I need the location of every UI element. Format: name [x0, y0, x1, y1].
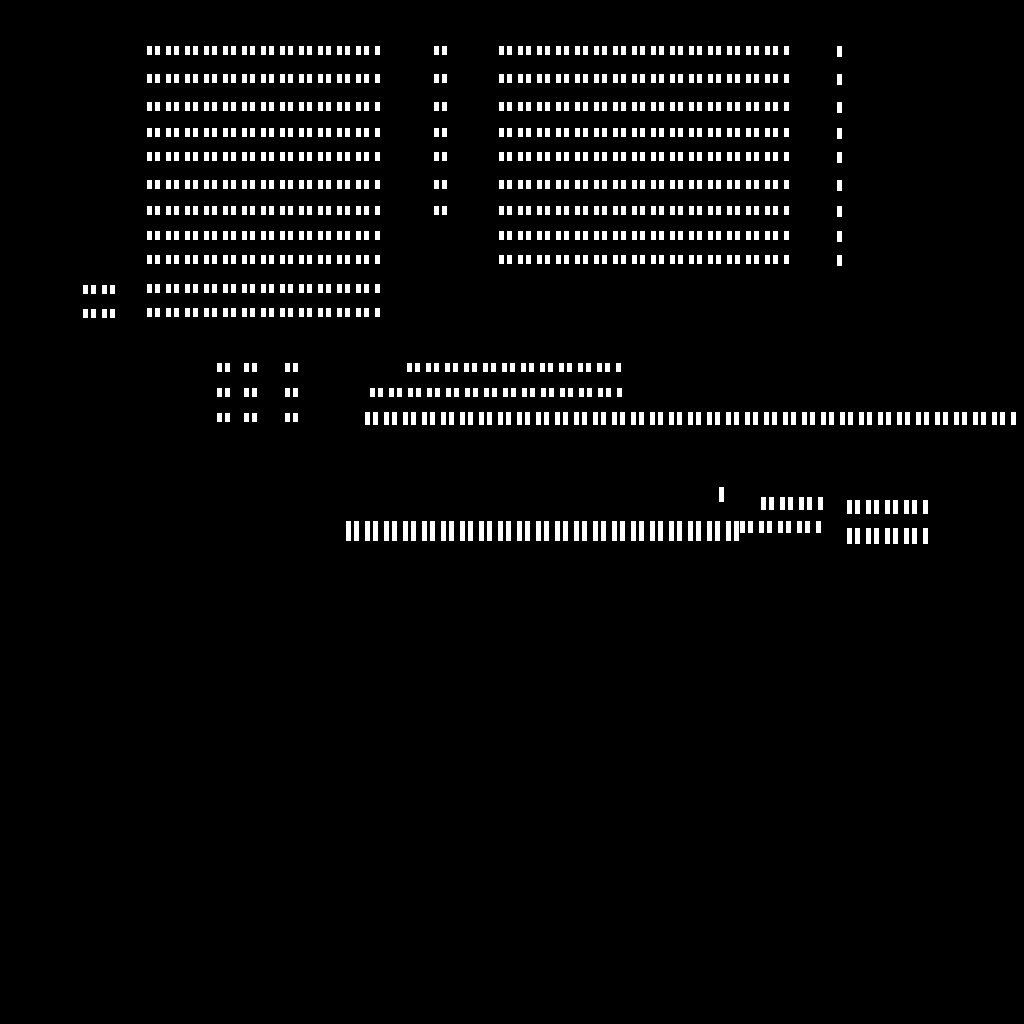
glyph-row-col-b [433, 179, 449, 190]
glyph-mid-cell [284, 412, 300, 423]
glyph-row-col-a [146, 307, 388, 318]
glyph-row-col-d [836, 230, 847, 243]
glyph-row-col-b [433, 127, 449, 138]
glyph-mid-cell [216, 412, 232, 423]
glyph-row-col-c [498, 45, 794, 56]
glyph-row-col-d [836, 179, 847, 192]
glyph-row-col-a [146, 73, 388, 84]
glyph-mid-cell [284, 362, 300, 373]
glyph-bottom-row [846, 499, 932, 515]
glyph-row-col-d [836, 101, 847, 114]
glyph-row-col-c [498, 179, 794, 190]
glyph-row-col-d [836, 45, 847, 58]
glyph-row-col-c [498, 127, 794, 138]
col-a-row [146, 45, 391, 57]
glyph-row-col-b [433, 205, 449, 216]
glyph-left-label [82, 308, 116, 319]
glyph-left-label [82, 284, 116, 295]
glyph-row-col-a [146, 101, 388, 112]
glyph-row-col-a [146, 254, 388, 265]
glyph-row-col-d [836, 127, 847, 140]
glyph-row-col-a [146, 151, 388, 162]
glyph-mid-long-row [364, 411, 1022, 426]
glyph-mid-row [369, 387, 628, 398]
glyph-row-col-a [146, 127, 388, 138]
glyph-row-col-a [146, 283, 388, 294]
glyph-row-col-c [498, 230, 794, 241]
glyph-mid-row [406, 362, 628, 373]
glyph-screen [0, 0, 1024, 1024]
glyph-row-col-a [146, 230, 388, 241]
glyph-mid-cell [216, 362, 232, 373]
glyph-row-col-c [498, 73, 794, 84]
glyph-mid-cell [284, 387, 300, 398]
glyph-row-col-b [433, 151, 449, 162]
glyph-bottom-row [760, 496, 824, 511]
glyph-mid-cell [243, 412, 259, 423]
glyph-row-col-c [498, 101, 794, 112]
glyph-mid-cell [243, 387, 259, 398]
glyph-bottom-mark [718, 486, 727, 503]
glyph-row-col-a [146, 179, 388, 190]
bottom-row-1 [345, 520, 945, 532]
glyph-row-col-d [836, 151, 847, 164]
bottom-row-2 [345, 532, 945, 544]
glyph-row-col-a [146, 205, 388, 216]
glyph-row-col-b [433, 73, 449, 84]
glyph-row-col-d [836, 205, 847, 218]
glyph-row-col-b [433, 101, 449, 112]
glyph-row-col-c [498, 254, 794, 265]
glyph-mid-cell [243, 362, 259, 373]
glyph-mid-cell [216, 387, 232, 398]
glyph-row-col-c [498, 205, 794, 216]
glyph-row-col-c [498, 151, 794, 162]
glyph-row-col-b [433, 45, 449, 56]
glyph-row-col-d [836, 73, 847, 86]
glyph-row-col-d [836, 254, 847, 267]
